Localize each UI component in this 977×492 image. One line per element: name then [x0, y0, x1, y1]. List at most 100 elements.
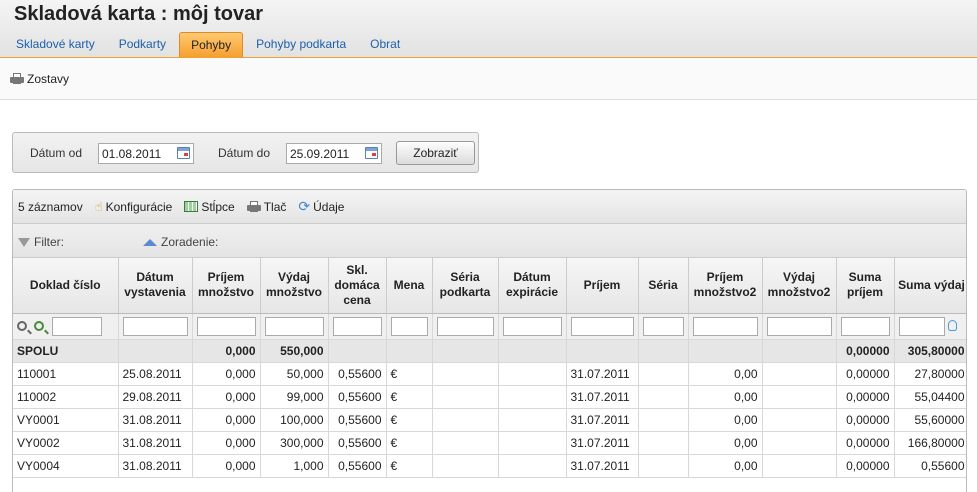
- cell: 55,04400: [894, 385, 966, 409]
- cell: [762, 339, 837, 363]
- data-button[interactable]: ⟳ Údaje: [298, 198, 344, 215]
- columns-button[interactable]: Stĺpce: [184, 199, 235, 214]
- cell: 0,00000: [836, 454, 895, 478]
- cell: 1,000: [260, 454, 329, 478]
- filter-input[interactable]: [122, 316, 188, 336]
- cell: 0,00: [688, 385, 763, 409]
- cell: 305,80000: [894, 339, 966, 363]
- column-header[interactable]: Doklad číslo: [13, 258, 119, 314]
- cell: [638, 431, 689, 455]
- sort-button[interactable]: Zoradenie:: [143, 235, 218, 249]
- sum-row: SPOLU 0,000 550,000 0,00000 305,80000: [13, 339, 966, 363]
- cell: 0,000: [192, 408, 261, 432]
- search-plus-icon[interactable]: [34, 320, 45, 331]
- cell: [762, 408, 837, 432]
- printer-icon: [10, 72, 24, 85]
- filter-input[interactable]: [436, 316, 494, 336]
- cell: VY0004: [13, 454, 119, 478]
- filter-button[interactable]: Filter:: [18, 235, 64, 249]
- tab-bar: Skladové karty Podkarty Pohyby Pohyby po…: [5, 32, 413, 57]
- column-header[interactable]: Príjem množstvo2: [688, 258, 763, 314]
- hand-pointer-icon: ☝: [94, 198, 103, 214]
- filter-input[interactable]: [502, 316, 562, 336]
- column-header[interactable]: Séria: [638, 258, 689, 314]
- filter-input[interactable]: [692, 316, 758, 336]
- cell: [498, 454, 567, 478]
- cell: 0,000: [192, 454, 261, 478]
- column-header[interactable]: Skl. domáca cena: [328, 258, 387, 314]
- cell: 50,000: [260, 362, 329, 386]
- table-row[interactable]: VY0004 31.08.2011 0,000 1,000 0,55600 €31.07.…: [13, 454, 966, 478]
- tab-pohyby[interactable]: Pohyby: [179, 32, 244, 57]
- movements-table: Doklad číslo Dátum vystavenia Príjem mno…: [13, 258, 966, 478]
- table-row[interactable]: 110002 29.08.2011 0,000 99,000 0,55600 €31.07…: [13, 385, 966, 409]
- filter-input[interactable]: [51, 316, 102, 336]
- filter-input[interactable]: [898, 316, 945, 336]
- column-header[interactable]: Príjem: [566, 258, 639, 314]
- movements-grid: 5 záznamov ☝ Konfigurácie Stĺpce Tlač ⟳ …: [12, 189, 967, 492]
- reports-button[interactable]: Zostavy: [10, 72, 69, 86]
- column-header[interactable]: Mena: [386, 258, 433, 314]
- columns-label: Stĺpce: [201, 199, 235, 214]
- column-header[interactable]: Výdaj množstvo2: [762, 258, 837, 314]
- cell: 29.08.2011: [118, 385, 193, 409]
- column-header[interactable]: Dátum expirácie: [498, 258, 567, 314]
- filter-input[interactable]: [196, 316, 256, 336]
- column-header[interactable]: Príjem množstvo: [192, 258, 261, 314]
- cell: €: [386, 408, 433, 432]
- cell: VY0001: [13, 408, 119, 432]
- table-row[interactable]: VY0001 31.08.2011 0,000 100,000 0,55600 €31.0…: [13, 408, 966, 432]
- refresh-icon: ⟳: [298, 198, 311, 214]
- cell: [432, 408, 499, 432]
- table-row[interactable]: VY0002 31.08.2011 0,000 300,000 0,55600 €31.0…: [13, 431, 966, 455]
- cell: [566, 339, 639, 363]
- filter-input[interactable]: [766, 316, 832, 336]
- filter-input[interactable]: [332, 316, 382, 336]
- search-icon[interactable]: [17, 320, 27, 331]
- tab-pohyby-podkarta[interactable]: Pohyby podkarta: [245, 32, 357, 57]
- column-header[interactable]: Suma príjem: [836, 258, 895, 314]
- calendar-icon[interactable]: [177, 147, 190, 159]
- tab-podkarty[interactable]: Podkarty: [108, 32, 177, 57]
- calendar-icon[interactable]: [365, 147, 378, 159]
- filter-input[interactable]: [642, 316, 684, 336]
- cell: 0,00000: [836, 385, 895, 409]
- cell: 31.07.2011: [566, 385, 639, 409]
- filter-input[interactable]: [390, 316, 428, 336]
- tab-obrat[interactable]: Obrat: [359, 32, 411, 57]
- cell: 25.08.2011: [118, 362, 193, 386]
- filter-sort-bar: Filter: Zoradenie:: [13, 224, 966, 258]
- configuration-button[interactable]: ☝ Konfigurácie: [95, 199, 173, 215]
- table-row[interactable]: 110001 25.08.2011 0,000 50,000 0,55600 €31.07…: [13, 362, 966, 386]
- cell: €: [386, 385, 433, 409]
- show-button[interactable]: Zobraziť: [396, 141, 475, 165]
- cell: 0,00: [688, 408, 763, 432]
- cell: 55,60000: [894, 408, 966, 432]
- cell: 110002: [13, 385, 119, 409]
- lightbulb-icon[interactable]: [947, 320, 957, 332]
- filter-input[interactable]: [840, 316, 890, 336]
- filter-input[interactable]: [264, 316, 324, 336]
- cell: [688, 339, 763, 363]
- funnel-icon: [18, 237, 30, 247]
- page-title: Skladová karta : môj tovar: [14, 3, 263, 25]
- cell: 31.07.2011: [566, 454, 639, 478]
- cell: 0,00000: [836, 408, 895, 432]
- record-count: 5 záznamov: [18, 199, 83, 214]
- print-label: Tlač: [263, 199, 287, 214]
- tab-skladove-karty[interactable]: Skladové karty: [5, 32, 106, 57]
- cell: [762, 385, 837, 409]
- sort-label: Zoradenie:: [161, 235, 219, 249]
- print-button[interactable]: Tlač: [246, 199, 287, 214]
- cell: 0,00000: [836, 339, 895, 363]
- cell: 0,55600: [328, 431, 387, 455]
- column-header[interactable]: Výdaj množstvo: [260, 258, 329, 314]
- cell: [638, 362, 689, 386]
- cell: 0,00: [688, 431, 763, 455]
- column-header[interactable]: Suma výdaj: [894, 258, 966, 314]
- cell: 0,55600: [328, 454, 387, 478]
- column-header[interactable]: Dátum vystavenia: [118, 258, 193, 314]
- filter-input[interactable]: [570, 316, 634, 336]
- column-header[interactable]: Séria podkarta: [432, 258, 499, 314]
- cell: [386, 339, 433, 363]
